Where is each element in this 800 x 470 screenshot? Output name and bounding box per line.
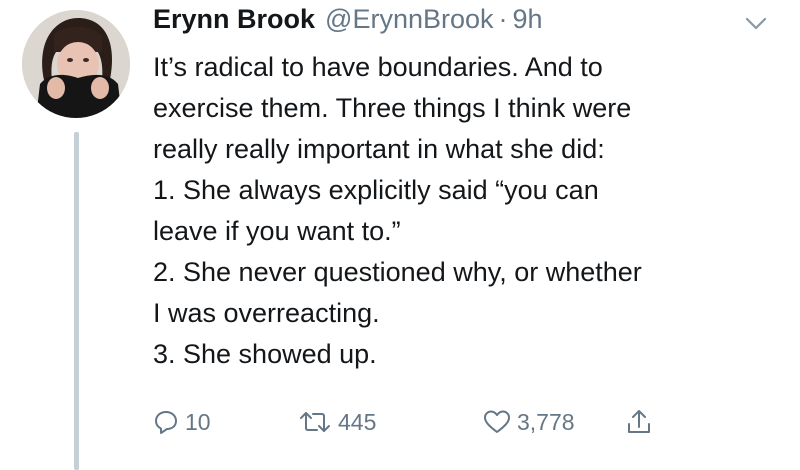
chevron-down-icon[interactable] xyxy=(744,16,768,32)
heart-icon xyxy=(484,410,510,433)
like-button[interactable]: 3,778 xyxy=(483,402,575,442)
tweet-text-line: exercise them. Three things I think were xyxy=(153,93,632,123)
reply-count: 10 xyxy=(185,408,211,435)
like-count: 3,778 xyxy=(517,408,575,435)
thread-line xyxy=(74,132,79,470)
tweet-text-line: really really important in what she did: xyxy=(153,134,605,164)
tweet-text: It’s radical to have boundaries. And to … xyxy=(153,47,783,375)
reply-icon xyxy=(155,411,177,434)
tweet: Erynn Brook @ErynnBrook · 9h It’s radica… xyxy=(0,0,800,470)
user-handle[interactable]: @ErynnBrook xyxy=(325,4,493,35)
profile-photo-icon xyxy=(22,10,130,118)
share-button[interactable] xyxy=(626,402,652,442)
tweet-text-line: leave if you want to.” xyxy=(153,216,401,246)
retweet-icon xyxy=(300,412,330,432)
reply-button[interactable]: 10 xyxy=(153,402,211,442)
tweet-text-line: I was overreacting. xyxy=(153,298,380,328)
tweet-text-line: 1. She always explicitly said “you can xyxy=(153,175,599,205)
retweet-count: 445 xyxy=(338,408,377,435)
timestamp[interactable]: 9h xyxy=(513,4,543,35)
tweet-header: Erynn Brook @ErynnBrook · 9h xyxy=(153,4,543,44)
separator-dot: · xyxy=(498,4,508,34)
avatar[interactable] xyxy=(22,10,130,118)
retweet-button[interactable]: 445 xyxy=(298,402,376,442)
tweet-text-line: 2. She never questioned why, or whether xyxy=(153,257,642,287)
display-name[interactable]: Erynn Brook xyxy=(153,4,315,35)
tweet-text-line: It’s radical to have boundaries. And to xyxy=(153,52,603,82)
share-icon xyxy=(628,410,650,433)
tweet-text-line: 3. She showed up. xyxy=(153,339,377,369)
